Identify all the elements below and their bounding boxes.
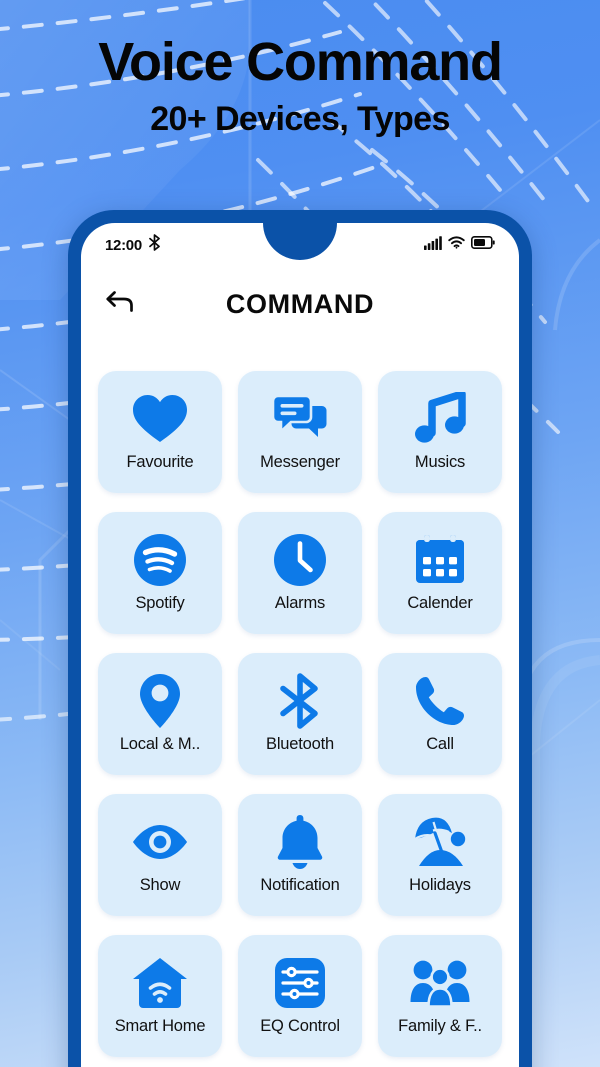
location-pin-icon bbox=[139, 670, 181, 732]
page-title: COMMAND bbox=[225, 288, 375, 319]
eye-icon bbox=[130, 811, 190, 873]
smart-home-icon bbox=[132, 952, 188, 1014]
beach-umbrella-icon bbox=[411, 811, 469, 873]
clock-icon bbox=[273, 529, 327, 591]
status-bar-right bbox=[424, 235, 495, 255]
bell-icon bbox=[276, 811, 324, 873]
tile-label: Messenger bbox=[260, 453, 340, 471]
tile-label: Favourite bbox=[126, 453, 194, 471]
tile-eq-control[interactable]: EQ Control bbox=[238, 935, 362, 1057]
tile-notification[interactable]: Notification bbox=[238, 794, 362, 916]
phone-mockup: 12:00 COMMAND Favourite Messenger Musics… bbox=[68, 210, 532, 1067]
status-bar-left: 12:00 bbox=[105, 234, 161, 256]
tile-favourite[interactable]: Favourite bbox=[98, 371, 222, 493]
bluetooth-icon bbox=[279, 670, 321, 732]
tile-family-and-friends[interactable]: Family & F.. bbox=[378, 935, 502, 1057]
back-button[interactable] bbox=[103, 287, 137, 321]
tile-bluetooth[interactable]: Bluetooth bbox=[238, 653, 362, 775]
bluetooth-icon bbox=[148, 234, 161, 256]
tile-label: Spotify bbox=[135, 594, 185, 612]
phone-screen: 12:00 COMMAND Favourite Messenger Musics… bbox=[81, 223, 519, 1067]
tile-label: Musics bbox=[414, 453, 466, 471]
tile-label: Show bbox=[139, 876, 181, 894]
music-note-icon bbox=[414, 388, 466, 450]
tile-calender[interactable]: Calender bbox=[378, 512, 502, 634]
tile-spotify[interactable]: Spotify bbox=[98, 512, 222, 634]
tile-alarms[interactable]: Alarms bbox=[238, 512, 362, 634]
app-header: COMMAND bbox=[81, 279, 519, 329]
command-grid: Favourite Messenger Musics Spotify Alarm… bbox=[90, 371, 510, 1057]
promo-text-block: Voice Command 20+ Devices, Types bbox=[0, 34, 600, 138]
tile-show[interactable]: Show bbox=[98, 794, 222, 916]
status-time: 12:00 bbox=[105, 236, 142, 254]
calendar-icon bbox=[414, 529, 466, 591]
heart-icon bbox=[132, 388, 188, 450]
tile-label: Smart Home bbox=[114, 1017, 206, 1035]
promo-headline: Voice Command bbox=[98, 32, 503, 92]
signal-bars-icon bbox=[424, 235, 442, 255]
tile-local-and-more[interactable]: Local & M.. bbox=[98, 653, 222, 775]
tile-musics[interactable]: Musics bbox=[378, 371, 502, 493]
tile-label: Family & F.. bbox=[398, 1017, 482, 1035]
tile-label: Alarms bbox=[274, 594, 326, 612]
promo-poster: Voice Command 20+ Devices, Types 12:00 C… bbox=[0, 0, 600, 1067]
tile-label: Local & M.. bbox=[119, 735, 201, 753]
wifi-icon bbox=[448, 236, 465, 254]
tile-smart-home[interactable]: Smart Home bbox=[98, 935, 222, 1057]
tile-label: Notification bbox=[260, 876, 340, 894]
tile-label: Bluetooth bbox=[266, 735, 334, 753]
tile-call[interactable]: Call bbox=[378, 653, 502, 775]
phone-call-icon bbox=[414, 670, 466, 732]
tile-label: Calender bbox=[407, 594, 473, 612]
tile-label: Call bbox=[426, 735, 454, 753]
promo-subheadline: 20+ Devices, Types bbox=[150, 99, 450, 138]
tile-holidays[interactable]: Holidays bbox=[378, 794, 502, 916]
back-arrow-icon bbox=[105, 289, 135, 320]
spotify-icon bbox=[133, 529, 187, 591]
battery-icon bbox=[471, 236, 495, 254]
tile-label: Holidays bbox=[409, 876, 471, 894]
tile-messenger[interactable]: Messenger bbox=[238, 371, 362, 493]
chat-bubbles-icon bbox=[272, 388, 328, 450]
family-group-icon bbox=[410, 952, 470, 1014]
tile-label: EQ Control bbox=[260, 1017, 340, 1035]
equalizer-icon bbox=[274, 952, 326, 1014]
